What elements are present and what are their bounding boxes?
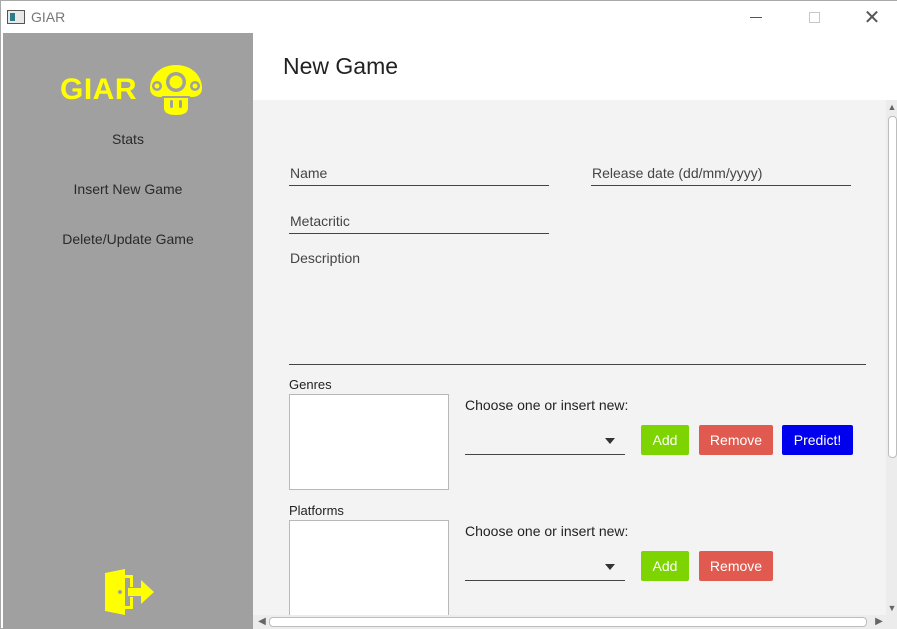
title-bar: GIAR ✕ xyxy=(1,1,897,33)
scrollbar-corner xyxy=(886,615,897,629)
page-title: New Game xyxy=(283,53,399,79)
genres-list[interactable] xyxy=(289,394,449,490)
scroll-up-icon[interactable]: ▲ xyxy=(886,100,897,114)
chevron-down-icon xyxy=(605,438,615,444)
platforms-combo[interactable] xyxy=(465,557,625,581)
new-game-form: Genres Choose one or insert new: Add Rem… xyxy=(253,100,886,615)
description-input[interactable] xyxy=(289,248,866,364)
horizontal-scrollbar[interactable]: ◀ ▶ xyxy=(253,615,886,629)
scroll-down-icon[interactable]: ▼ xyxy=(886,601,897,615)
sidebar: GIAR Stats Insert New Game Delete/Update… xyxy=(3,33,253,629)
genres-choose-label: Choose one or insert new: xyxy=(465,397,629,413)
window-title: GIAR xyxy=(31,9,66,25)
close-button[interactable]: ✕ xyxy=(849,1,895,33)
page-header: New Game xyxy=(253,33,897,100)
release-date-input[interactable] xyxy=(591,162,851,184)
chevron-down-icon xyxy=(605,564,615,570)
predict-genre-button[interactable]: Predict! xyxy=(782,425,853,455)
mushroom-icon xyxy=(150,65,202,118)
app-window: GIAR ✕ GIAR Stats Insert New Game Delete… xyxy=(0,0,897,629)
release-date-field xyxy=(591,162,851,186)
vertical-scroll-thumb[interactable] xyxy=(888,116,897,458)
maximize-icon xyxy=(808,11,820,23)
horizontal-scroll-thumb[interactable] xyxy=(269,617,867,627)
platforms-choose-label: Choose one or insert new: xyxy=(465,523,629,539)
platforms-list[interactable] xyxy=(289,520,449,615)
description-field xyxy=(289,248,866,365)
logo: GIAR xyxy=(60,65,205,118)
genres-combo[interactable] xyxy=(465,431,625,455)
remove-platform-button[interactable]: Remove xyxy=(699,551,773,581)
metacritic-field xyxy=(289,210,549,234)
vertical-scrollbar[interactable]: ▲ ▼ xyxy=(886,100,897,615)
minimize-icon xyxy=(750,16,762,18)
logout-icon[interactable] xyxy=(101,567,157,617)
minimize-button[interactable] xyxy=(733,1,779,33)
add-platform-button[interactable]: Add xyxy=(641,551,689,581)
app-icon xyxy=(7,10,25,24)
metacritic-input[interactable] xyxy=(289,210,549,232)
remove-genre-button[interactable]: Remove xyxy=(699,425,773,455)
name-input[interactable] xyxy=(289,162,549,184)
scroll-left-icon[interactable]: ◀ xyxy=(255,615,269,629)
platforms-label: Platforms xyxy=(289,503,344,518)
sidebar-item-delete-update-game[interactable]: Delete/Update Game xyxy=(3,231,253,247)
close-icon: ✕ xyxy=(863,6,881,29)
add-genre-button[interactable]: Add xyxy=(641,425,689,455)
name-field xyxy=(289,162,549,186)
sidebar-item-insert-new-game[interactable]: Insert New Game xyxy=(3,181,253,197)
logo-text: GIAR xyxy=(60,73,137,106)
scroll-right-icon[interactable]: ▶ xyxy=(872,615,886,629)
genres-label: Genres xyxy=(289,377,332,392)
sidebar-item-stats[interactable]: Stats xyxy=(3,131,253,147)
maximize-button[interactable] xyxy=(791,1,837,33)
